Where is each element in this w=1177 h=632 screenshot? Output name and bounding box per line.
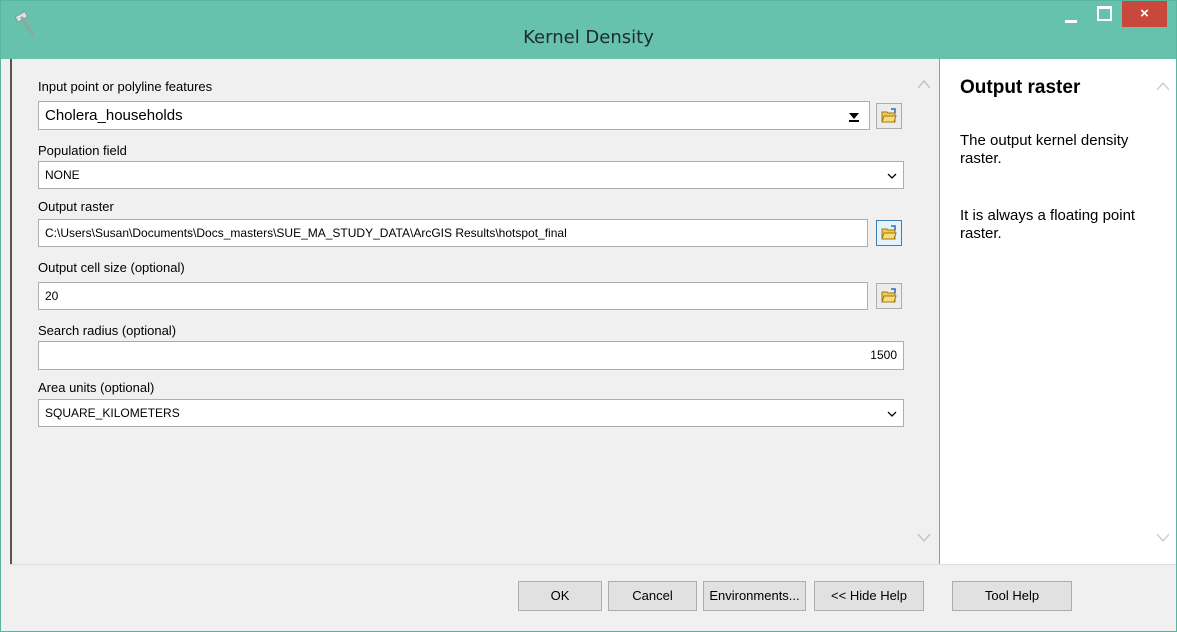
output-raster-label: Output raster [38,199,114,214]
parameters-scrollbar[interactable] [912,59,934,564]
chevron-down-icon[interactable] [847,109,861,123]
help-panel: Output raster The output kernel density … [939,59,1176,564]
hide-help-button[interactable]: << Hide Help [814,581,924,611]
kernel-density-dialog: Kernel Density × Input point or polyline… [0,0,1177,632]
population-field-value: NONE [45,168,80,182]
help-title: Output raster [960,77,1081,98]
cell-size-label: Output cell size (optional) [38,260,185,275]
scroll-down-icon[interactable] [917,533,931,543]
help-paragraph-2: It is always a floating point raster. [960,207,1136,242]
folder-open-icon [881,225,897,240]
output-raster-browse-button[interactable] [876,220,902,246]
parameters-panel: Input point or polyline features Cholera… [10,59,940,564]
population-field-label: Population field [38,143,127,158]
scroll-up-icon[interactable] [917,79,931,89]
area-units-label: Area units (optional) [38,380,155,395]
folder-open-icon [881,288,897,303]
cancel-button[interactable]: Cancel [608,581,697,611]
cell-size-browse-button[interactable] [876,283,902,309]
input-features-browse-button[interactable] [876,103,902,129]
ok-button[interactable]: OK [518,581,602,611]
cell-size-value: 20 [45,289,59,303]
close-icon[interactable]: × [1122,1,1167,27]
input-features-combo[interactable]: Cholera_households [38,101,870,130]
title-bar[interactable]: Kernel Density × [1,1,1176,59]
scroll-up-icon[interactable] [1156,81,1170,91]
output-raster-input[interactable]: C:\Users\Susan\Documents\Docs_masters\SU… [38,219,868,247]
input-features-label: Input point or polyline features [38,79,213,94]
environments-button[interactable]: Environments... [703,581,806,611]
scroll-down-icon[interactable] [1156,533,1170,543]
window-title: Kernel Density [523,27,654,48]
minimize-icon[interactable] [1058,1,1084,27]
input-features-value: Cholera_households [45,107,183,124]
cell-size-input[interactable]: 20 [38,282,868,310]
search-radius-value: 1500 [870,348,897,362]
search-radius-label: Search radius (optional) [38,323,177,338]
search-radius-input[interactable]: 1500 [38,341,904,370]
area-units-select[interactable]: SQUARE_KILOMETERS [38,399,904,427]
folder-open-icon [881,108,897,123]
help-paragraph-1: The output kernel density raster. [960,132,1129,167]
maximize-icon[interactable] [1090,1,1118,27]
population-field-select[interactable]: NONE [38,161,904,189]
chevron-down-icon [887,411,897,417]
tool-help-button[interactable]: Tool Help [952,581,1072,611]
area-units-value: SQUARE_KILOMETERS [45,406,180,420]
button-bar: OK Cancel Environments... << Hide Help T… [10,564,1176,631]
chevron-down-icon [887,173,897,179]
output-raster-value: C:\Users\Susan\Documents\Docs_masters\SU… [45,226,567,240]
